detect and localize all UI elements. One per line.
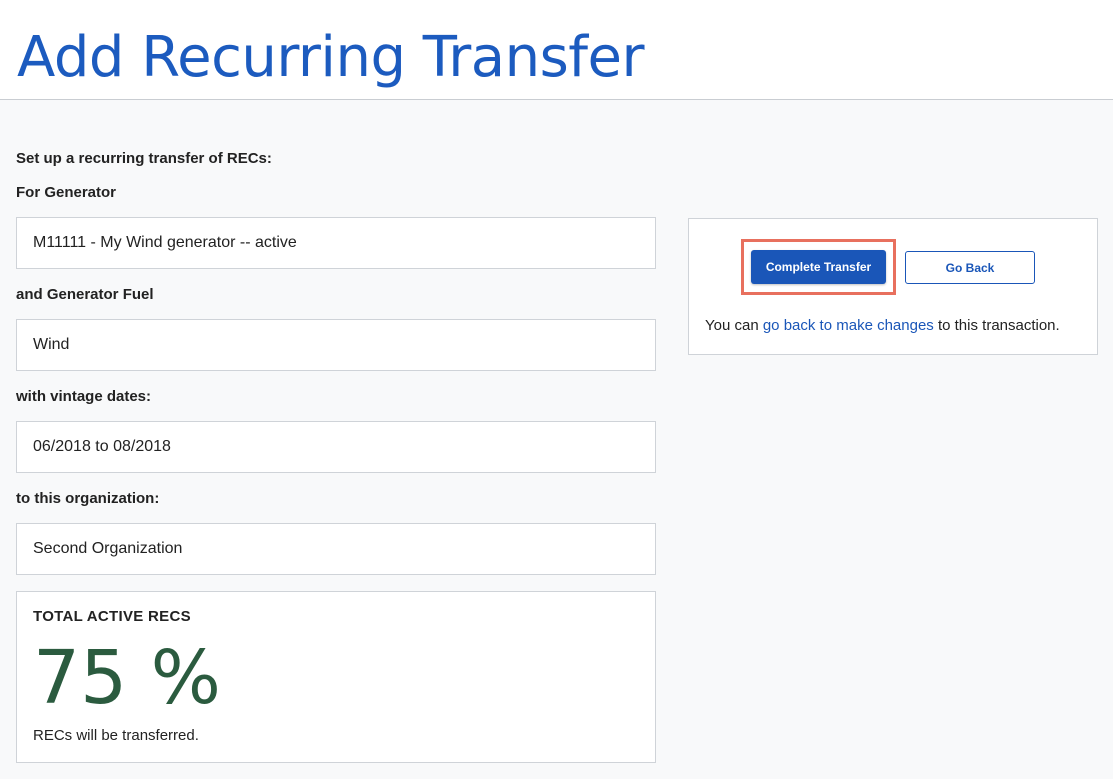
go-back-hint: You can go back to make changes to this … bbox=[705, 317, 1060, 334]
page-header: Add Recurring Transfer bbox=[0, 0, 1113, 100]
generator-value: M11111 - My Wind generator -- active bbox=[33, 234, 297, 251]
action-panel: Complete Transfer Go Back You can go bac… bbox=[688, 218, 1098, 355]
intro-text: Set up a recurring transfer of RECs: bbox=[16, 150, 272, 167]
vintage-label: with vintage dates: bbox=[16, 388, 152, 405]
complete-transfer-button[interactable]: Complete Transfer bbox=[751, 250, 886, 284]
total-active-recs-card: TOTAL ACTIVE RECS 75 % RECs will be tran… bbox=[16, 591, 656, 763]
generator-label: For Generator bbox=[16, 184, 117, 201]
vintage-value: 06/2018 to 08/2018 bbox=[33, 438, 171, 455]
go-back-link[interactable]: go back to make changes bbox=[763, 317, 934, 334]
go-back-button[interactable]: Go Back bbox=[905, 251, 1035, 284]
organization-field: Second Organization bbox=[16, 523, 656, 575]
total-title: TOTAL ACTIVE RECS bbox=[33, 608, 191, 625]
total-percent-value: 75 % bbox=[33, 635, 221, 721]
page-title: Add Recurring Transfer bbox=[17, 25, 644, 90]
fuel-field: Wind bbox=[16, 319, 656, 371]
hint-suffix: to this transaction. bbox=[933, 317, 1060, 334]
hint-prefix: You can bbox=[705, 317, 763, 334]
organization-label: to this organization: bbox=[16, 490, 160, 507]
vintage-field: 06/2018 to 08/2018 bbox=[16, 421, 656, 473]
total-note: RECs will be transferred. bbox=[33, 727, 199, 744]
fuel-label: and Generator Fuel bbox=[16, 286, 154, 303]
generator-field: M11111 - My Wind generator -- active bbox=[16, 217, 656, 269]
fuel-value: Wind bbox=[33, 336, 70, 353]
organization-value: Second Organization bbox=[33, 540, 183, 557]
